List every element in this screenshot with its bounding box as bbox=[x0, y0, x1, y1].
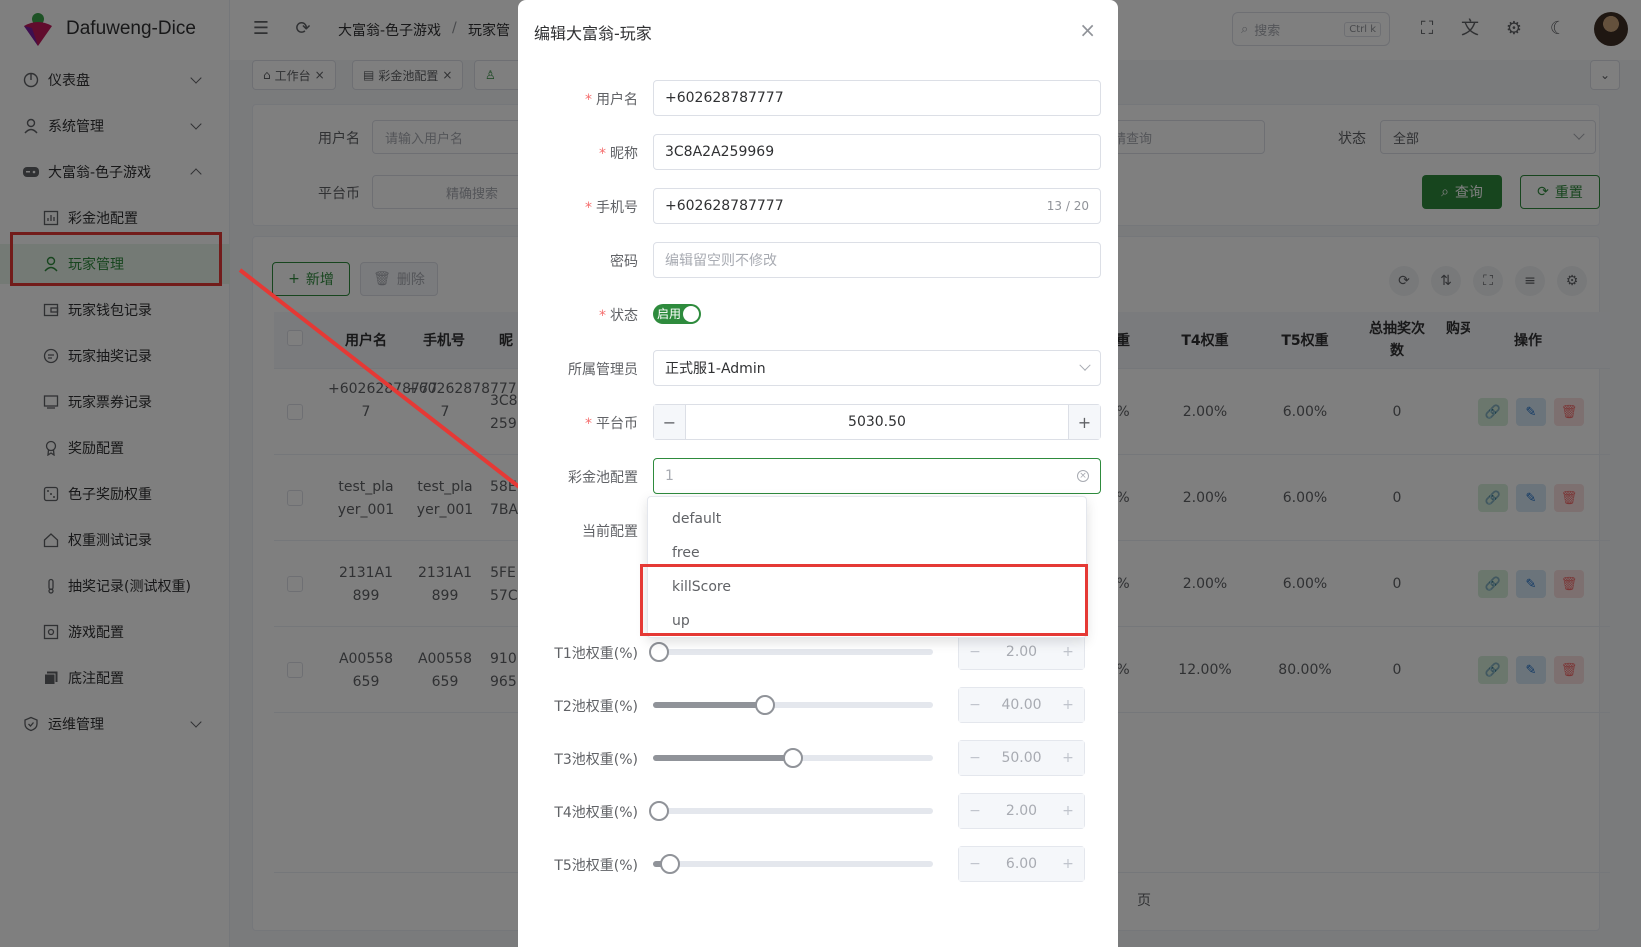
t5-weight-input[interactable]: −6.00 + bbox=[958, 846, 1085, 882]
slider-knob[interactable] bbox=[648, 642, 669, 662]
t1-weight-label: T1池权重(%) bbox=[554, 646, 638, 662]
t4-weight-slider[interactable] bbox=[648, 801, 933, 821]
t3-weight-slider[interactable] bbox=[653, 748, 933, 768]
t1-weight-input[interactable]: −2.00 + bbox=[958, 634, 1085, 670]
plus-icon[interactable]: + bbox=[1052, 635, 1084, 669]
nickname-input[interactable]: 3C8A2A259969 bbox=[653, 134, 1101, 170]
nickname-label: * 昵称 bbox=[599, 146, 638, 162]
t5-weight-slider[interactable] bbox=[653, 854, 933, 874]
phone-value: +602628787777 bbox=[665, 198, 784, 214]
username-label: * 用户名 bbox=[585, 92, 638, 108]
dialog-title: 编辑大富翁-玩家 bbox=[534, 24, 652, 43]
plus-icon[interactable]: + bbox=[1052, 794, 1084, 828]
jackpot-label: 彩金池配置 bbox=[568, 470, 638, 486]
minus-icon[interactable]: − bbox=[959, 635, 991, 669]
slider-fill bbox=[653, 755, 793, 761]
minus-icon[interactable]: − bbox=[959, 847, 991, 881]
minus-icon[interactable]: − bbox=[959, 741, 991, 775]
t5-weight-label: T5池权重(%) bbox=[554, 858, 638, 874]
minus-icon[interactable]: − bbox=[959, 688, 991, 722]
t1-weight-value: 2.00 bbox=[1005, 644, 1038, 660]
username-input[interactable]: +602628787777 bbox=[653, 80, 1101, 116]
coin-label: * 平台币 bbox=[585, 416, 638, 432]
highlight-box-options bbox=[640, 564, 1088, 636]
t2-weight-value: 40.00 bbox=[1001, 697, 1042, 713]
t2-weight-slider[interactable] bbox=[653, 695, 933, 715]
jackpot-value: 1 bbox=[665, 468, 674, 484]
edit-player-dialog: 编辑大富翁-玩家 × * 用户名 +602628787777 * 昵称 3C8A2A… bbox=[518, 0, 1118, 947]
plus-icon[interactable]: + bbox=[1052, 688, 1084, 722]
t3-weight-input[interactable]: −50.00 + bbox=[958, 740, 1085, 776]
dropdown-option-default[interactable]: default bbox=[672, 511, 721, 527]
password-placeholder: 编辑留空则不修改 bbox=[665, 253, 777, 269]
chevron-down-icon bbox=[1079, 359, 1091, 371]
slider-fill bbox=[653, 702, 765, 708]
phone-label: * 手机号 bbox=[585, 200, 638, 216]
nickname-value: 3C8A2A259969 bbox=[665, 144, 775, 160]
close-icon[interactable]: × bbox=[1079, 20, 1096, 40]
status-label: * 状态 bbox=[599, 308, 638, 324]
t4-weight-input[interactable]: −2.00 + bbox=[958, 793, 1085, 829]
t3-weight-value: 50.00 bbox=[1001, 750, 1042, 766]
coin-input-number[interactable]: − 5030.50 + bbox=[653, 404, 1101, 440]
t4-weight-value: 2.00 bbox=[1005, 803, 1038, 819]
admin-value: 正式服1-Admin bbox=[665, 361, 766, 377]
plus-icon[interactable]: + bbox=[1052, 741, 1084, 775]
jackpot-select[interactable]: 1 × bbox=[653, 458, 1101, 494]
slider-knob[interactable] bbox=[755, 695, 775, 715]
t3-weight-label: T3池权重(%) bbox=[554, 752, 638, 768]
slider-knob[interactable] bbox=[648, 801, 669, 821]
plus-icon[interactable]: + bbox=[1068, 405, 1100, 439]
admin-label: 所属管理员 bbox=[568, 362, 638, 378]
t2-weight-label: T2池权重(%) bbox=[554, 699, 638, 715]
slider-knob[interactable] bbox=[659, 854, 680, 874]
clear-icon[interactable]: × bbox=[1077, 470, 1089, 482]
current-config-label: 当前配置 bbox=[582, 524, 638, 540]
t2-weight-input[interactable]: −40.00 + bbox=[958, 687, 1085, 723]
plus-icon[interactable]: + bbox=[1052, 847, 1084, 881]
status-switch-text: 启用 bbox=[657, 307, 682, 321]
admin-select[interactable]: 正式服1-Admin bbox=[653, 350, 1101, 386]
t5-weight-value: 6.00 bbox=[1005, 856, 1038, 872]
phone-input[interactable]: +602628787777 13 / 20 bbox=[653, 188, 1101, 224]
t1-weight-slider[interactable] bbox=[648, 642, 933, 662]
switch-knob bbox=[683, 306, 699, 322]
slider-knob[interactable] bbox=[783, 748, 803, 768]
coin-value: 5030.50 bbox=[848, 414, 906, 430]
minus-icon[interactable]: − bbox=[654, 405, 686, 439]
minus-icon[interactable]: − bbox=[959, 794, 991, 828]
t4-weight-label: T4池权重(%) bbox=[554, 805, 638, 821]
username-value: +602628787777 bbox=[665, 90, 784, 106]
dropdown-option-free[interactable]: free bbox=[672, 545, 700, 561]
phone-counter: 13 / 20 bbox=[1046, 199, 1089, 213]
status-switch[interactable]: 启用 bbox=[653, 304, 701, 324]
password-input[interactable]: 编辑留空则不修改 bbox=[653, 242, 1101, 278]
password-label: 密码 bbox=[610, 254, 638, 270]
